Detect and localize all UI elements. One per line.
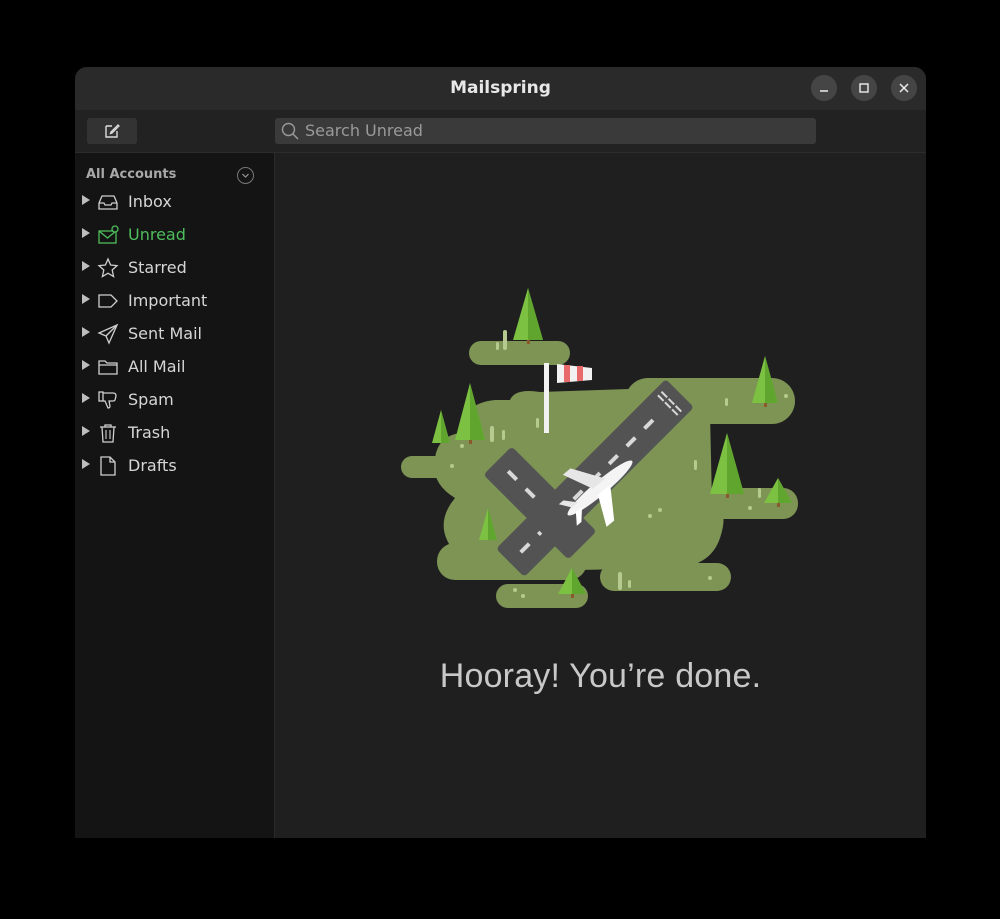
unread-icon [98, 225, 119, 244]
expand-arrow-icon[interactable] [82, 294, 90, 304]
maximize-button[interactable] [851, 75, 877, 101]
maximize-icon [859, 83, 869, 93]
sidebar-item-label: Sent Mail [128, 324, 202, 343]
close-button[interactable] [891, 75, 917, 101]
sidebar-item-important[interactable]: Important [75, 286, 274, 316]
expand-arrow-icon[interactable] [82, 360, 90, 370]
sidebar-item-inbox[interactable]: Inbox [75, 187, 274, 217]
expand-arrow-icon[interactable] [82, 426, 90, 436]
sidebar: All Accounts Inbox Unread Starred Import… [75, 153, 275, 838]
expand-arrow-icon[interactable] [82, 459, 90, 469]
expand-arrow-icon[interactable] [82, 327, 90, 337]
sidebar-item-unread[interactable]: Unread [75, 220, 274, 250]
compose-icon [105, 124, 120, 138]
inbox-icon [98, 195, 118, 210]
search-input[interactable]: Search Unread [305, 118, 423, 144]
thumbs-down-icon [98, 391, 117, 409]
expand-arrow-icon[interactable] [82, 393, 90, 403]
star-icon [97, 257, 119, 278]
minimize-button[interactable] [811, 75, 837, 101]
airport-illustration [401, 288, 798, 608]
expand-arrow-icon[interactable] [82, 261, 90, 271]
window-title: Mailspring [450, 78, 551, 98]
close-icon [899, 83, 909, 93]
trash-icon [100, 424, 116, 443]
sidebar-item-drafts[interactable]: Drafts [75, 451, 274, 481]
sidebar-item-label: All Mail [128, 357, 186, 376]
search-icon [281, 122, 299, 140]
sidebar-item-label: Unread [128, 225, 186, 244]
chevron-down-icon [242, 173, 249, 178]
empty-state-message: Hooray! You’re done. [439, 657, 762, 695]
sidebar-item-label: Trash [128, 423, 171, 442]
message-list-empty-state: Hooray! You’re done. [275, 153, 926, 838]
account-toggle-button[interactable] [237, 167, 254, 184]
sidebar-item-label: Spam [128, 390, 174, 409]
sidebar-item-label: Starred [128, 258, 187, 277]
sidebar-item-all-mail[interactable]: All Mail [75, 352, 274, 382]
toolbar: Search Unread [75, 110, 926, 153]
app-window: Mailspring Search Unread All Accounts In… [75, 67, 926, 838]
sidebar-item-label: Inbox [128, 192, 172, 211]
minimize-icon [820, 90, 828, 92]
draft-icon [100, 456, 116, 476]
title-bar: Mailspring [75, 67, 926, 110]
sidebar-item-label: Drafts [128, 456, 177, 475]
expand-arrow-icon[interactable] [82, 228, 90, 238]
sidebar-item-starred[interactable]: Starred [75, 253, 274, 283]
account-label: All Accounts [86, 167, 177, 182]
sidebar-item-label: Important [128, 291, 208, 310]
sidebar-item-spam[interactable]: Spam [75, 385, 274, 415]
send-icon [97, 323, 119, 345]
compose-button[interactable] [87, 118, 137, 144]
expand-arrow-icon[interactable] [82, 195, 90, 205]
important-label-icon [98, 294, 118, 308]
folder-icon [98, 360, 118, 375]
sidebar-item-sent-mail[interactable]: Sent Mail [75, 319, 274, 349]
search-bar[interactable]: Search Unread [275, 118, 816, 144]
sidebar-item-trash[interactable]: Trash [75, 418, 274, 448]
